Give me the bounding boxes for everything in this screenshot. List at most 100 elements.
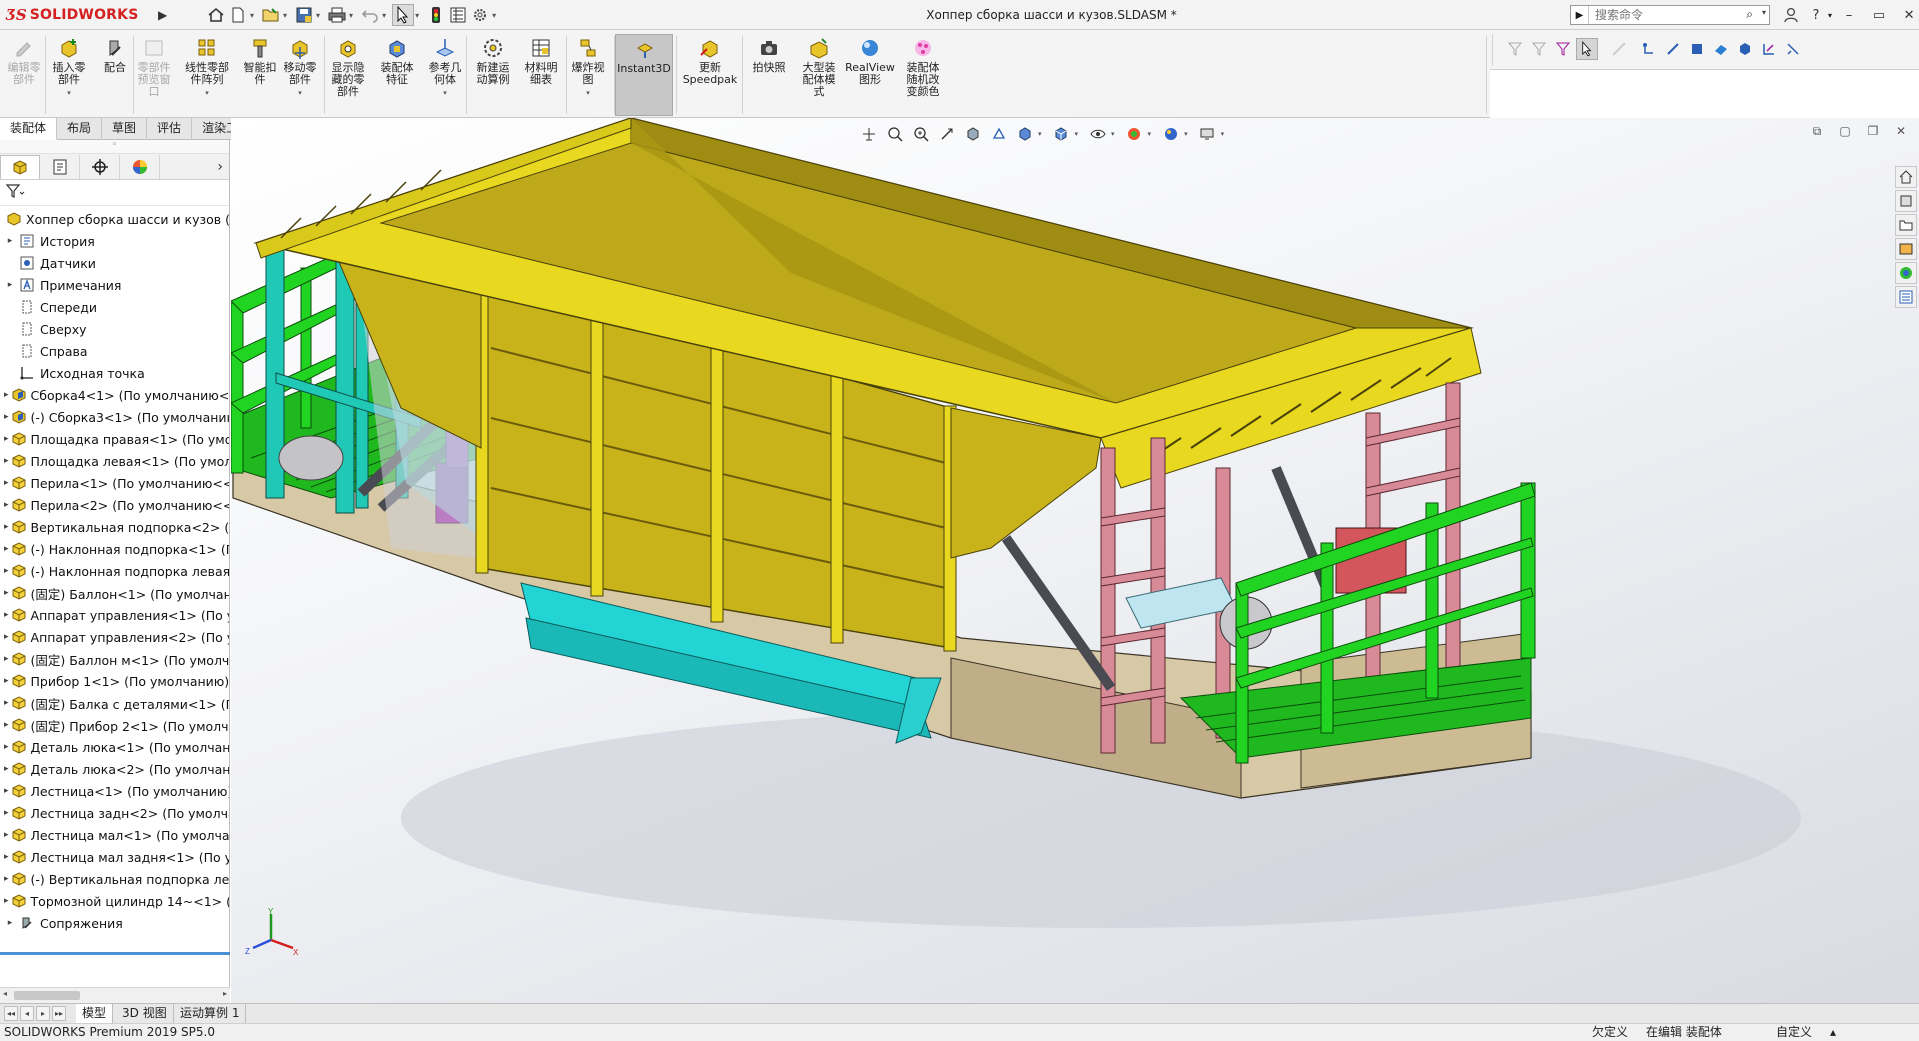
expand-arrow-icon[interactable]: ▸ [4, 632, 9, 642]
expand-arrow-icon[interactable]: ▸ [4, 456, 9, 466]
display-style-icon[interactable] [1049, 123, 1074, 145]
expand-arrow-icon[interactable]: ▸ [4, 434, 9, 444]
close-icon[interactable]: ✕ [1896, 5, 1919, 25]
tree-node[interactable]: ▸ Сборка4<1> (По умолчанию<По умолчанию_С… [0, 384, 229, 406]
tree-node[interactable]: ▸ Примечания [0, 274, 229, 296]
filter-vertices-icon[interactable] [1638, 38, 1660, 60]
tree-node[interactable]: ▸ (固定) Прибор 2<1> (По умолчанию) [0, 714, 229, 736]
tree-node[interactable]: Спереди [0, 296, 229, 318]
bottom-tab-2[interactable]: 运动算例 1 [174, 1004, 247, 1023]
display-manager-tab-icon[interactable] [120, 154, 160, 179]
tree-node[interactable]: ▸ (-) Наклонная подпорка левая<1> (По умо… [0, 560, 229, 582]
tree-horizontal-scrollbar[interactable]: ◂ ▸ [0, 987, 230, 1003]
expand-arrow-icon[interactable]: ▸ [4, 742, 9, 752]
select-dropdown-icon[interactable]: ▾ [415, 11, 419, 20]
tab-prev-icon[interactable]: ◂ [20, 1006, 34, 1021]
expand-arrow-icon[interactable]: ▸ [4, 720, 9, 730]
tree-node[interactable]: ▸ Деталь люка<2> (По умолчанию) [0, 758, 229, 780]
ribbon-mate-button[interactable]: 配合 [97, 34, 133, 116]
tree-node[interactable]: ▸ Прибор 1<1> (По умолчанию) [0, 670, 229, 692]
tree-node[interactable]: Справа [0, 340, 229, 362]
expand-arrow-icon[interactable]: ▸ [4, 896, 9, 906]
filter-selection-icon[interactable] [1552, 38, 1574, 60]
open-dropdown-icon[interactable]: ▾ [283, 11, 287, 20]
expand-arrow-icon[interactable]: ▸ [4, 566, 9, 576]
ribbon-bom-button[interactable]: 材料明 细表 [518, 34, 564, 116]
appearances-icon[interactable] [1895, 262, 1917, 284]
home-icon[interactable] [205, 4, 227, 26]
tree-node[interactable]: Исходная точка [0, 362, 229, 384]
view-orientation-icon[interactable] [1012, 123, 1037, 145]
graphics-viewport[interactable]: ▾ ▾ ▾ ▾ ▾ ▾ ⧉ ▢ ❐ ✕ Y X Z [231, 118, 1919, 1003]
filter-faces-icon[interactable] [1686, 38, 1708, 60]
help-dropdown-icon[interactable]: ▾ [1828, 11, 1832, 20]
ribbon-large-asm-button[interactable]: 大型装 配体模 式 [795, 34, 843, 116]
ribbon-preview-button[interactable]: 零部件 预览窗 口 [134, 34, 174, 116]
hud-dropdown-icon[interactable]: ▾ [1075, 130, 1079, 138]
hud-dropdown-icon[interactable]: ▾ [1038, 130, 1042, 138]
ribbon-pattern-button[interactable]: 线性零部 件阵列 ▾ [178, 34, 236, 116]
property-manager-tab-icon[interactable] [40, 154, 80, 179]
expand-arrow-icon[interactable]: ▸ [4, 588, 9, 598]
file-properties-icon[interactable] [447, 4, 469, 26]
filter-toggle-icon[interactable] [1504, 38, 1526, 60]
custom-properties-icon[interactable] [1895, 286, 1917, 308]
filter-solid-icon[interactable] [1734, 38, 1756, 60]
open-folder-icon[interactable] [260, 4, 282, 26]
panel-drag-handle[interactable]: ◦ [0, 140, 229, 154]
menu-expand-arrow[interactable]: ▶ [158, 5, 170, 25]
tree-node[interactable]: ▸ Вертикальная подпорка<2> (По умолчанию) [0, 516, 229, 538]
search-icon[interactable]: ⌕ [1746, 7, 1753, 22]
expand-arrow-icon[interactable]: ▸ [4, 236, 16, 246]
expand-arrow-icon[interactable]: ▸ [4, 808, 9, 818]
ribbon-insert-part-button[interactable]: 插入零 部件 ▾ [48, 34, 90, 116]
command-dropdown-icon[interactable]: ▾ [67, 87, 71, 99]
scroll-left-icon[interactable]: ◂ [3, 989, 7, 998]
filter-surface-icon[interactable] [1710, 38, 1732, 60]
ribbon-edit-part-button[interactable]: 编辑零 部件 [2, 34, 46, 116]
expand-arrow-icon[interactable]: ▸ [4, 852, 9, 862]
reference-triad-icon[interactable]: Y X Z [241, 908, 301, 968]
select-pointer-icon[interactable] [1576, 38, 1598, 60]
tree-node[interactable]: ▸ Перила<2> (По умолчанию<<По умолчанию>) [0, 494, 229, 516]
new-document-icon[interactable] [227, 4, 249, 26]
tree-node[interactable]: ▸ Перила<1> (По умолчанию<<По умолчанию>) [0, 472, 229, 494]
tree-node[interactable]: ▸ (-) Вертикальная подпорка левая<1> (По … [0, 868, 229, 890]
tree-node[interactable]: ▸ Площадка правая<1> (По умолчанию) [0, 428, 229, 450]
print-icon[interactable] [326, 4, 348, 26]
scrollbar-thumb[interactable] [14, 991, 80, 1000]
undo-icon[interactable] [359, 4, 381, 26]
tab-next-icon[interactable]: ▸ [36, 1006, 50, 1021]
ribbon-explode-button[interactable]: 爆炸视 图 ▾ [566, 34, 610, 116]
ribbon-asm-feature-button[interactable]: 装配体 特征 [375, 34, 419, 116]
tree-node[interactable]: ▸ (-) Наклонная подпорка<1> (По умолчанию… [0, 538, 229, 560]
file-explorer-icon[interactable] [1895, 214, 1917, 236]
viewport-close-icon[interactable]: ✕ [1891, 123, 1911, 139]
filter-edges-blue-icon[interactable] [1662, 38, 1684, 60]
zoom-to-fit-icon[interactable] [856, 123, 881, 145]
ribbon-smart-fastener-button[interactable]: 智能扣 件 [240, 34, 280, 116]
tab-first-icon[interactable]: ◂◂ [4, 1006, 18, 1021]
print-dropdown-icon[interactable]: ▾ [349, 11, 353, 20]
filter-funnel-icon[interactable] [5, 183, 26, 202]
hud-dropdown-icon[interactable]: ▾ [1111, 130, 1115, 138]
view-settings-icon[interactable] [1195, 123, 1220, 145]
command-dropdown-icon[interactable]: ▾ [205, 87, 209, 99]
expand-arrow-icon[interactable]: ▸ [4, 544, 9, 554]
filter-edges-icon[interactable] [1608, 38, 1630, 60]
expand-arrow-icon[interactable]: ▸ [4, 522, 9, 532]
options-gear-icon[interactable] [469, 4, 491, 26]
expand-arrow-icon[interactable]: ▸ [4, 280, 16, 290]
ribbon-random-color-button[interactable]: 装配体 随机改 变颜色 [898, 34, 948, 116]
expand-arrow-icon[interactable]: ▸ [4, 610, 9, 620]
expand-arrow-icon[interactable]: ▸ [4, 500, 9, 510]
tree-node[interactable]: ▸ Площадка левая<1> (По умолчанию) [0, 450, 229, 472]
ribbon-show-hidden-button[interactable]: 显示隐 藏的零 部件 [325, 34, 371, 116]
tree-node[interactable]: ▸ Лестница<1> (По умолчанию) [0, 780, 229, 802]
units-dropdown-icon[interactable]: ▴ [1830, 1024, 1836, 1041]
configuration-manager-tab-icon[interactable] [80, 154, 120, 179]
tree-node[interactable]: ▸ Сопряжения [0, 912, 229, 934]
tree-node[interactable]: ▸ (固定) Балка с деталями<1> (По умолчанию) [0, 692, 229, 714]
tree-node[interactable]: Сверху [0, 318, 229, 340]
tree-node[interactable]: ▸ Лестница задн<2> (По умолчанию) [0, 802, 229, 824]
